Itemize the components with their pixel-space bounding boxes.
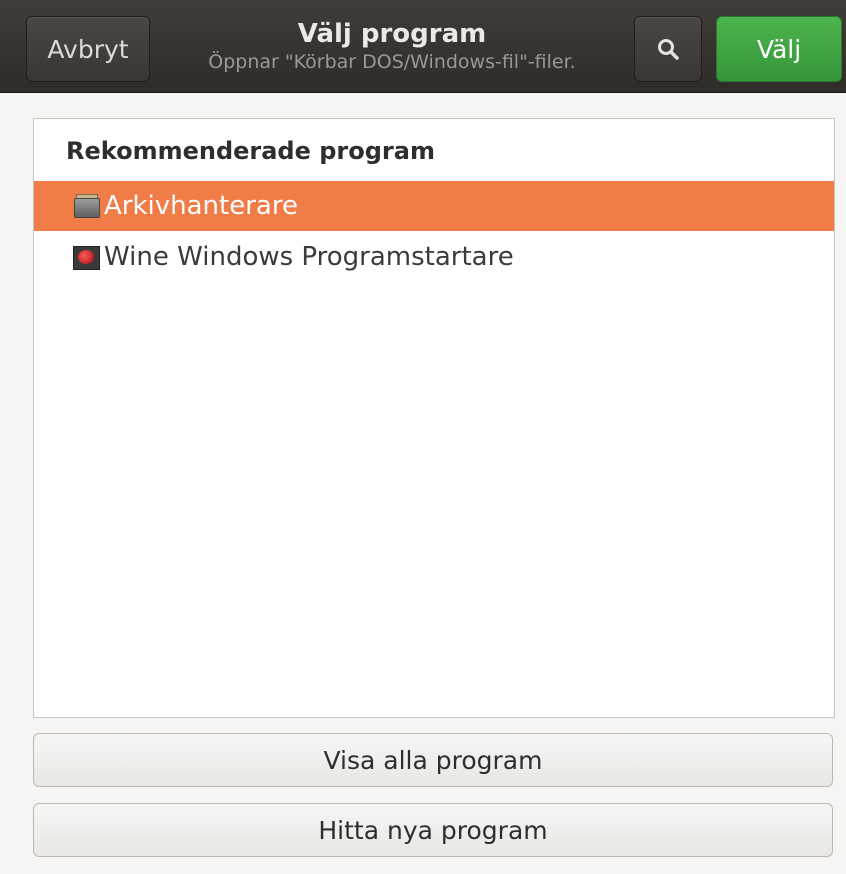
list-item-label: Wine Windows Programstartare: [104, 242, 514, 272]
dialog-title: Välj program: [297, 19, 487, 49]
show-all-apps-button[interactable]: Visa alla program: [33, 733, 833, 787]
select-button[interactable]: Välj: [716, 16, 842, 82]
list-item-label: Arkivhanterare: [104, 191, 298, 221]
section-heading: Rekommenderade program: [66, 137, 435, 165]
list-item-wine[interactable]: Wine Windows Programstartare: [34, 232, 834, 282]
dialog-title-area: Välj program Öppnar "Körbar DOS/Windows-…: [160, 18, 624, 74]
select-button-label: Välj: [756, 34, 802, 64]
find-new-apps-label: Hitta nya program: [318, 815, 548, 845]
app-chooser-dialog: Avbryt Välj program Öppnar "Körbar DOS/W…: [0, 0, 846, 874]
search-button[interactable]: [634, 16, 702, 82]
dialog-subtitle: Öppnar "Körbar DOS/Windows-fil"-filer.: [208, 51, 576, 73]
recommended-apps-list: Rekommenderade program Arkivhanterare Wi…: [33, 118, 835, 718]
show-all-apps-label: Visa alla program: [323, 745, 543, 775]
cancel-button[interactable]: Avbryt: [26, 16, 150, 82]
cancel-button-label: Avbryt: [47, 34, 129, 64]
list-item-archive-manager[interactable]: Arkivhanterare: [34, 181, 834, 231]
archive-manager-icon: [72, 192, 100, 220]
find-new-apps-button[interactable]: Hitta nya program: [33, 803, 833, 857]
search-icon: [658, 39, 679, 60]
header-bar: Avbryt Välj program Öppnar "Körbar DOS/W…: [0, 0, 846, 93]
wine-icon: [72, 243, 100, 271]
